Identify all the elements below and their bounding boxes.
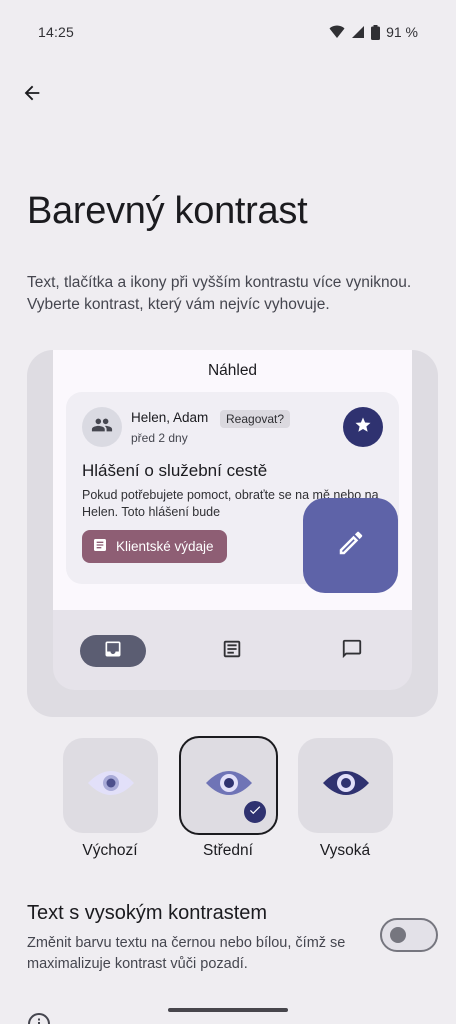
eye-icon: [204, 765, 254, 806]
option-label-medium: Střední: [203, 842, 253, 859]
people-icon: [91, 414, 113, 441]
preview-heading: Náhled: [207, 362, 258, 379]
star-icon: [354, 416, 372, 439]
contrast-option-default[interactable]: [63, 738, 158, 833]
contrast-option-high[interactable]: [298, 738, 393, 833]
page-description: Text, tlačítka a ikony při vyšším kontra…: [27, 274, 412, 313]
pencil-icon: [336, 528, 366, 563]
chip-label: Klientské výdaje: [116, 539, 214, 554]
inbox-icon: [103, 639, 123, 664]
check-icon: [248, 803, 262, 822]
wifi-icon: [329, 25, 345, 39]
high-contrast-text-description: Změnit barvu textu na černou nebo bílou,…: [27, 935, 346, 972]
battery-level: 91 %: [386, 24, 418, 40]
email-sender: Helen, Adam: [131, 410, 209, 425]
back-button[interactable]: [14, 77, 50, 113]
battery-icon: [371, 24, 381, 40]
nav-item-inbox: [80, 635, 146, 667]
high-contrast-text-toggle[interactable]: [380, 918, 438, 952]
nav-item-articles: [215, 635, 249, 667]
attachment-chip: Klientské výdaje: [82, 530, 227, 563]
status-bar: 14:25 91 %: [0, 0, 456, 64]
signal-icon: [351, 25, 365, 39]
eye-icon: [86, 765, 136, 806]
preview-nav-bar: [53, 610, 412, 690]
status-time: 14:25: [38, 24, 75, 40]
eye-icon: [321, 765, 371, 806]
gesture-navigation-bar[interactable]: [168, 1008, 288, 1012]
compose-fab: [303, 498, 398, 593]
document-icon: [92, 537, 108, 556]
preview-screen: Náhled Helen, Adam Reagovat? před 2 dny …: [53, 350, 412, 610]
option-label-high: Vysoká: [319, 842, 371, 859]
article-icon: [221, 638, 243, 665]
arrow-back-icon: [21, 82, 43, 109]
avatar: [82, 407, 122, 447]
preview-device: Náhled Helen, Adam Reagovat? před 2 dny …: [53, 350, 412, 690]
selected-check-badge: [242, 799, 268, 825]
info-icon: [27, 1012, 51, 1024]
nav-item-chat: [335, 635, 369, 667]
page-title: Barevný kontrast: [27, 190, 308, 232]
option-label-default: Výchozí: [82, 842, 138, 859]
status-icons: 91 %: [329, 24, 418, 40]
star-button: [343, 407, 383, 447]
high-contrast-text-title: Text s vysokým kontrastem: [27, 902, 268, 924]
email-time: před 2 dny: [131, 431, 188, 445]
chat-icon: [341, 638, 363, 665]
reply-badge: Reagovat?: [220, 410, 291, 428]
toggle-knob: [390, 927, 406, 943]
contrast-option-medium[interactable]: [179, 736, 278, 835]
email-subject: Hlášení o služební cestě: [82, 461, 268, 480]
